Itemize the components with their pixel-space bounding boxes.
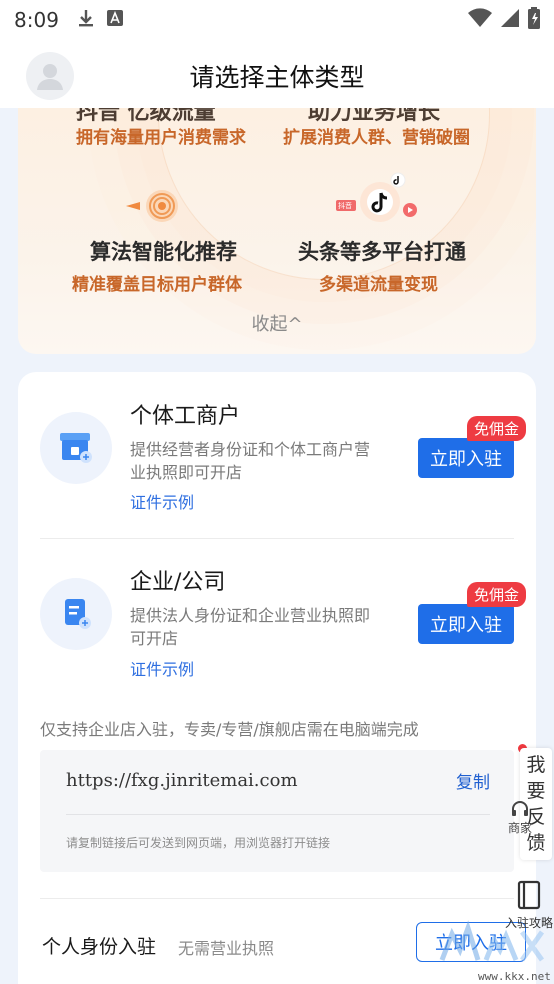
certificate-example-link[interactable]: 证件示例 bbox=[130, 489, 194, 513]
douyin-icon: 抖音 bbox=[334, 170, 424, 234]
entity-company: 企业/公司 提供法人身份证和企业营业执照即可开店 证件示例 立即入驻 免佣金 bbox=[40, 564, 526, 714]
entity-description: 提供法人身份证和企业营业执照即可开店 bbox=[130, 606, 371, 648]
entity-title: 个体工商户 bbox=[130, 404, 241, 429]
personal-entry-subtitle: 无需营业执照 bbox=[178, 939, 275, 958]
company-doc-icon bbox=[40, 578, 112, 650]
page-title: 请选择主体类型 bbox=[189, 63, 365, 92]
entity-title: 企业/公司 bbox=[130, 570, 226, 595]
merchant-label: 商家 bbox=[508, 821, 533, 835]
font-a-icon bbox=[106, 9, 123, 31]
entity-individual-business: 个体工商户 提供经营者身份证和个体工商户营业执照即可开店 证件示例 立即入驻 免… bbox=[40, 398, 526, 548]
promo-subtitle-4: 多渠道流量变现 bbox=[319, 275, 438, 295]
algorithm-icon bbox=[124, 186, 184, 230]
watermark-text: www.kkx.net bbox=[478, 970, 551, 983]
divider bbox=[40, 898, 514, 899]
promo-subtitle-2: 扩展消费人群、营销破圈 bbox=[283, 128, 470, 148]
download-icon bbox=[77, 8, 95, 33]
merchant-service[interactable]: 商家 bbox=[508, 800, 532, 836]
merchant-url: https://fxg.jinritemai.com bbox=[66, 770, 298, 791]
certificate-example-link[interactable]: 证件示例 bbox=[130, 656, 194, 680]
url-box: https://fxg.jinritemai.com 复制 请复制链接后可发送到… bbox=[40, 750, 514, 872]
signal-icon bbox=[500, 8, 520, 32]
url-hint: 请复制链接后可发送到网页端，用浏览器打开链接 bbox=[66, 836, 331, 850]
promo-title-algorithm: 算法智能化推荐 bbox=[90, 240, 237, 264]
douyin-tag-label: 抖音 bbox=[338, 202, 352, 210]
commission-free-badge: 免佣金 bbox=[466, 582, 526, 607]
enter-individual-button[interactable]: 立即入驻 bbox=[418, 438, 514, 478]
feedback-char: 我 bbox=[526, 754, 546, 776]
status-time: 8:09 bbox=[14, 8, 59, 32]
entity-type-card: 个体工商户 提供经营者身份证和个体工商户营业执照即可开店 证件示例 立即入驻 免… bbox=[18, 372, 536, 984]
status-bar: 8:09 bbox=[0, 0, 554, 40]
promo-subtitle-3: 精准覆盖目标用户群体 bbox=[72, 275, 242, 295]
wifi-icon bbox=[468, 8, 492, 32]
divider bbox=[40, 538, 514, 539]
promo-card: 抖音 亿级流量 助力业务增长 拥有海量用户消费需求 扩展消费人群、营销破圈 抖音… bbox=[18, 108, 536, 354]
commission-free-badge: 免佣金 bbox=[466, 416, 526, 441]
url-divider bbox=[66, 814, 490, 815]
collapse-button[interactable]: 收起^ bbox=[18, 310, 536, 336]
enter-company-button[interactable]: 立即入驻 bbox=[418, 604, 514, 644]
battery-icon bbox=[528, 7, 540, 33]
book-icon bbox=[517, 880, 541, 910]
promo-title-multiplatform: 头条等多平台打通 bbox=[298, 240, 466, 264]
shop-icon bbox=[40, 412, 112, 484]
headset-icon bbox=[512, 801, 528, 816]
promo-subtitle-1: 拥有海量用户消费需求 bbox=[76, 128, 246, 148]
enterprise-note: 仅支持企业店入驻，专卖/专营/旗舰店需在电脑端完成 bbox=[40, 720, 419, 739]
entity-description: 提供经营者身份证和个体工商户营业执照即可开店 bbox=[130, 440, 371, 482]
personal-entry-label: 个人身份入驻 bbox=[42, 936, 157, 958]
copy-button[interactable]: 复制 bbox=[456, 768, 490, 793]
page-header: 请选择主体类型 bbox=[0, 40, 554, 108]
